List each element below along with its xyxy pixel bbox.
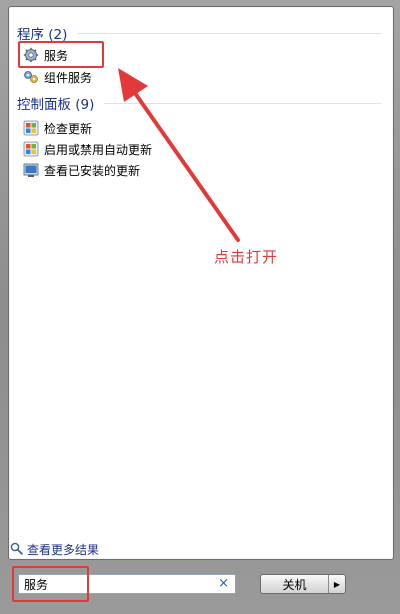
windows-update-icon: [23, 141, 39, 157]
see-more-results-label: 查看更多结果: [27, 543, 100, 557]
installed-updates-icon: [23, 162, 39, 178]
programs-header-label: 程序 (2): [17, 27, 68, 43]
result-item-label: 组件服务: [44, 70, 93, 85]
component-services-icon: [23, 69, 39, 85]
result-item-component-services[interactable]: 组件服务: [23, 68, 92, 86]
shutdown-options-arrow-icon[interactable]: ▶: [328, 575, 345, 593]
shutdown-button[interactable]: 关机 ▶: [260, 574, 346, 594]
header-divider: [77, 32, 381, 34]
annotation-text: 点击打开: [214, 248, 279, 266]
result-item-label: 查看已安装的更新: [44, 163, 141, 178]
result-item-toggle-auto-update[interactable]: 启用或禁用自动更新: [23, 140, 152, 158]
search-results-panel: 程序 (2) 服务 组件服务 控制面板 (9) 检查更新 启用或禁用自动更新 查…: [8, 6, 394, 560]
services-gear-icon: [23, 47, 39, 63]
search-input-value: 服务: [24, 577, 49, 592]
result-item-label: 检查更新: [44, 121, 93, 136]
clear-search-icon[interactable]: ×: [218, 576, 229, 591]
see-more-results-link[interactable]: 查看更多结果: [10, 541, 99, 558]
result-item-label: 启用或禁用自动更新: [44, 142, 153, 157]
result-item-label: 服务: [44, 48, 69, 63]
header-divider: [104, 102, 381, 104]
windows-update-icon: [23, 120, 39, 136]
result-item-installed-updates[interactable]: 查看已安装的更新: [23, 161, 140, 179]
search-input[interactable]: 服务 ×: [18, 574, 236, 594]
control-panel-header-label: 控制面板 (9): [17, 97, 95, 113]
control-panel-group-header[interactable]: 控制面板 (9): [17, 93, 381, 113]
result-item-check-updates[interactable]: 检查更新: [23, 119, 92, 137]
search-icon: [10, 542, 23, 558]
programs-group-header[interactable]: 程序 (2): [17, 23, 381, 43]
result-item-services[interactable]: 服务: [23, 46, 68, 64]
shutdown-label: 关机: [282, 577, 307, 592]
